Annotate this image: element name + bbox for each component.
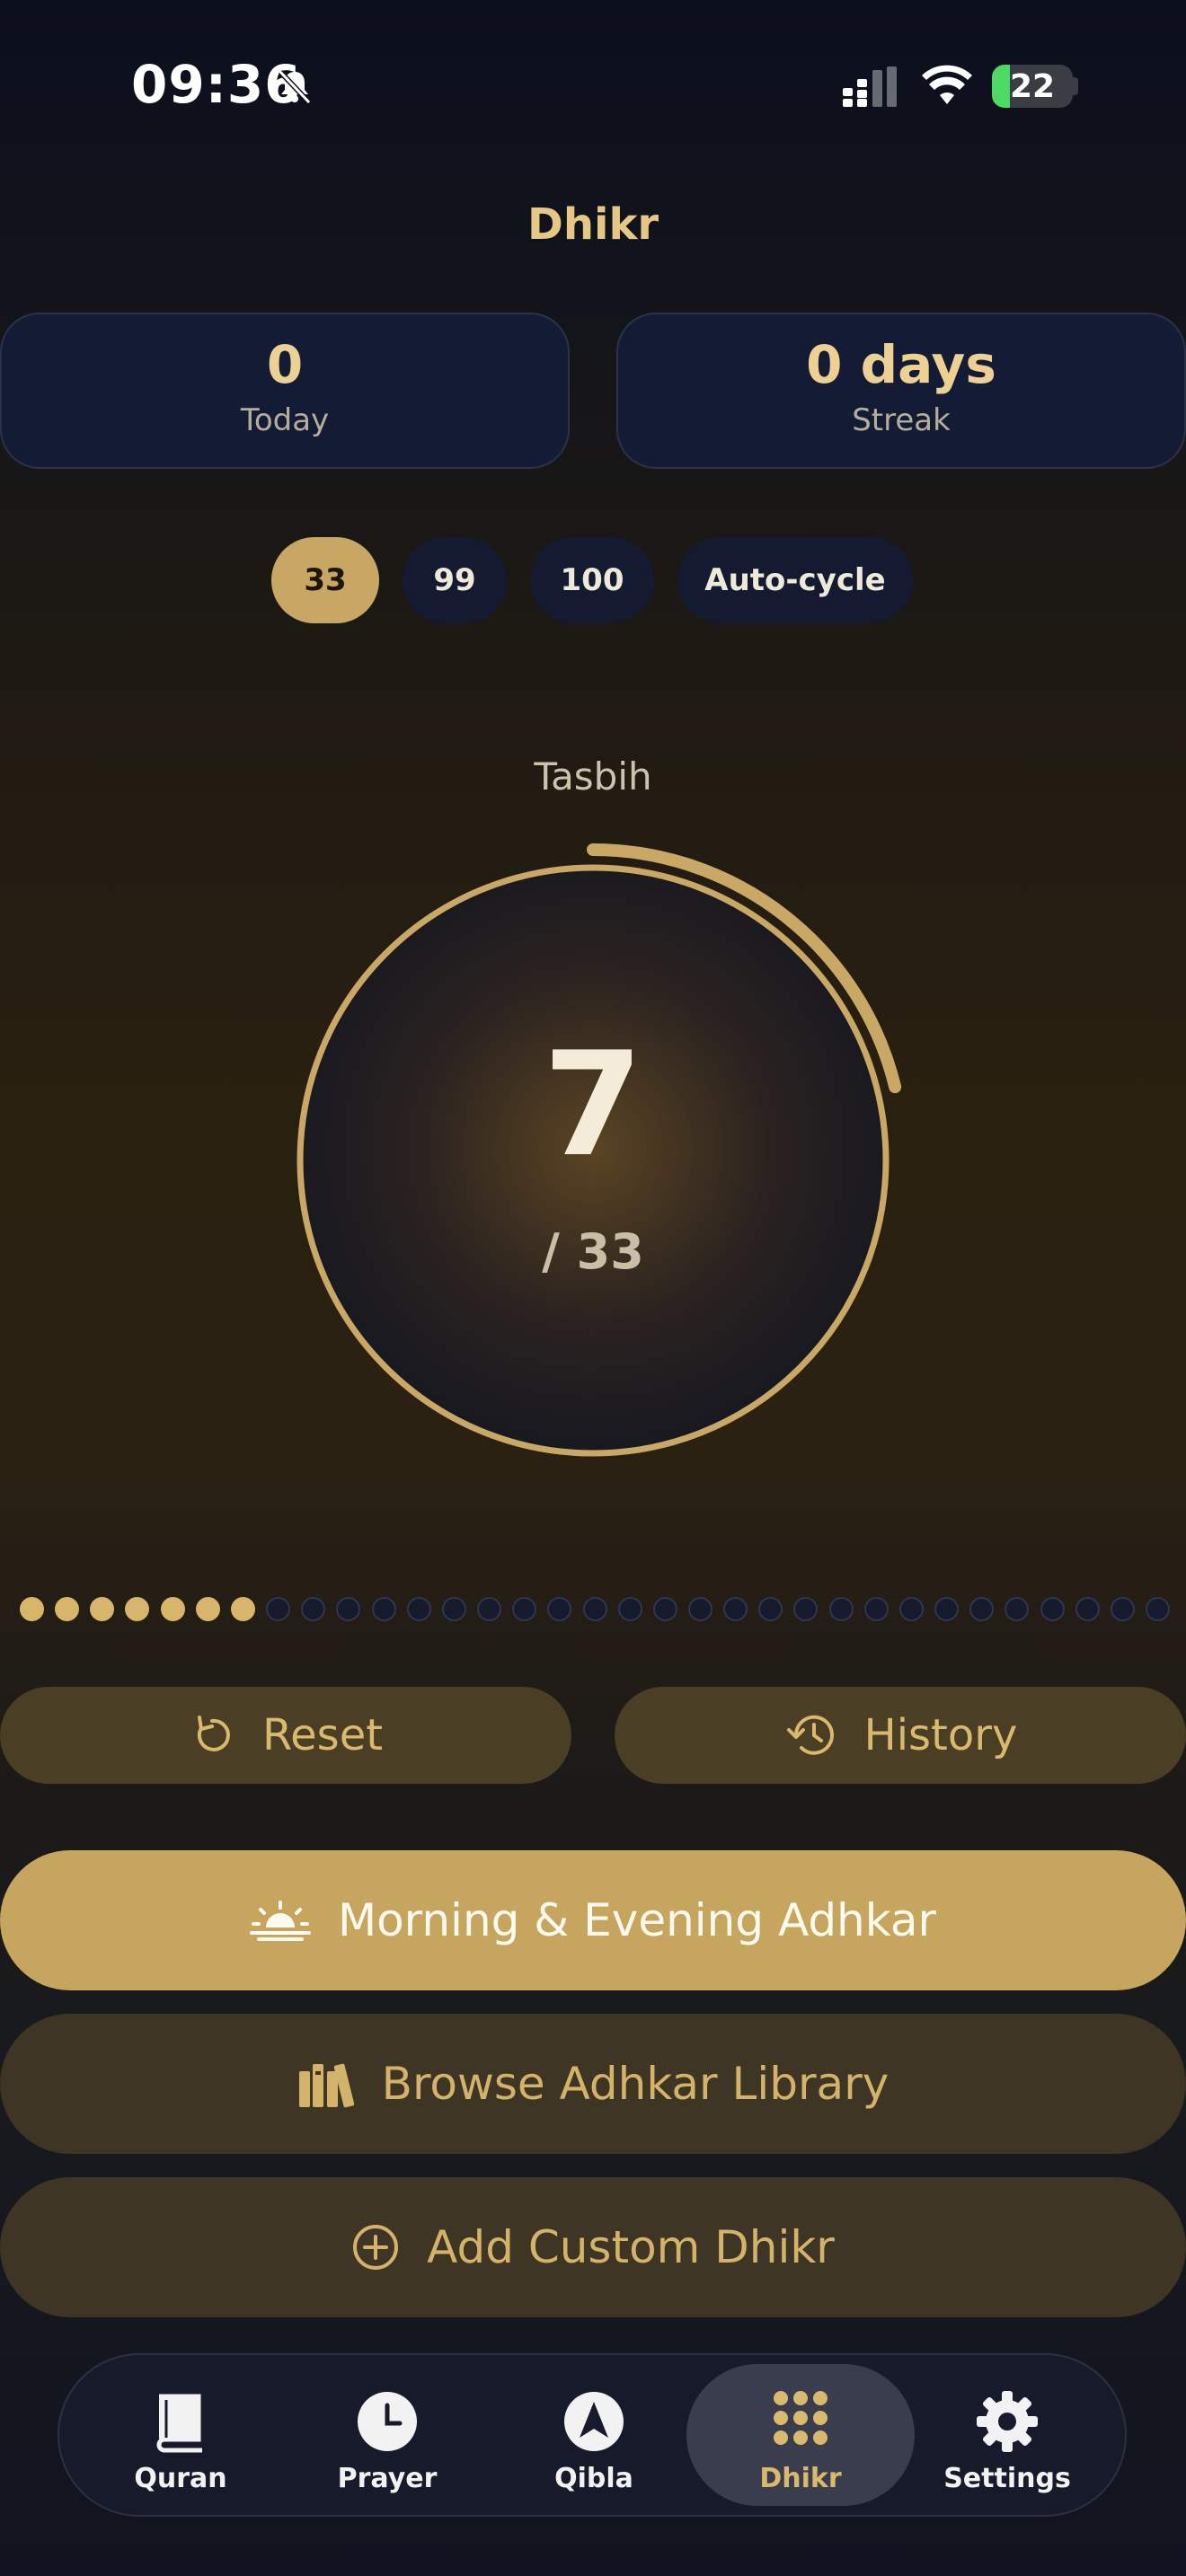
tab-quran[interactable]: Quran [77, 2364, 284, 2506]
bead-empty [266, 1597, 291, 1621]
bead-filled [195, 1597, 220, 1621]
bead-filled [20, 1597, 44, 1621]
tab-quran-label: Quran [134, 2463, 227, 2494]
morning-evening-adhkar-button[interactable]: Morning & Evening Adhkar [0, 1850, 1186, 1990]
dhikr-mode-label: Tasbih [534, 754, 652, 798]
target-chip-100[interactable]: 100 [530, 537, 654, 623]
bead-empty [1075, 1597, 1100, 1621]
history-label: History [863, 1710, 1018, 1760]
bead-empty [652, 1597, 677, 1621]
tab-settings[interactable]: Settings [904, 2364, 1111, 2506]
bead-empty [863, 1597, 889, 1621]
today-count: 0 [266, 334, 304, 395]
bead-empty [371, 1597, 396, 1621]
bead-empty [441, 1597, 466, 1621]
bead-empty [723, 1597, 748, 1621]
history-button[interactable]: History [615, 1687, 1186, 1784]
target-chip-99[interactable]: 99 [403, 537, 507, 623]
tab-qibla-label: Qibla [554, 2463, 633, 2494]
dots-grid-icon [774, 2391, 828, 2445]
bead-progress-row [20, 1597, 1170, 1628]
tab-dhikr-label: Dhikr [759, 2463, 842, 2494]
bead-empty [477, 1597, 502, 1621]
add-custom-dhikr-button[interactable]: Add Custom Dhikr [0, 2177, 1186, 2317]
browse-adhkar-library-button[interactable]: Browse Adhkar Library [0, 2014, 1186, 2154]
bead-empty [617, 1597, 642, 1621]
clock-icon [358, 2392, 417, 2451]
tab-qibla[interactable]: Qibla [491, 2364, 697, 2506]
bell-slash-icon [278, 69, 312, 105]
cellular-signal-icon [843, 66, 897, 107]
bead-empty [969, 1597, 995, 1621]
tab-settings-label: Settings [943, 2463, 1071, 2494]
plus-circle-icon [353, 2225, 399, 2270]
bead-empty [758, 1597, 783, 1621]
bead-empty [336, 1597, 361, 1621]
reset-label: Reset [261, 1710, 384, 1760]
bead-empty [406, 1597, 431, 1621]
compass-icon [564, 2392, 624, 2451]
bead-empty [1110, 1597, 1135, 1621]
books-icon [298, 2063, 354, 2108]
bead-filled [125, 1597, 150, 1621]
bead-empty [582, 1597, 607, 1621]
tab-dhikr[interactable]: Dhikr [686, 2364, 915, 2506]
current-count: 7 [543, 1020, 643, 1188]
bead-filled [90, 1597, 115, 1621]
streak-count: 0 days [806, 334, 996, 395]
battery-indicator: 22 [992, 65, 1073, 108]
bead-empty [793, 1597, 819, 1621]
streak-stat-card: 0 days Streak [616, 313, 1186, 469]
bottom-tab-bar: Quran Prayer Qibla Dhikr Settings [58, 2353, 1127, 2517]
book-icon [156, 2394, 202, 2453]
morning-evening-label: Morning & Evening Adhkar [337, 1894, 937, 1946]
add-custom-label: Add Custom Dhikr [427, 2221, 835, 2273]
bead-empty [898, 1597, 924, 1621]
browse-library-label: Browse Adhkar Library [381, 2058, 890, 2110]
bead-filled [230, 1597, 255, 1621]
bead-filled [160, 1597, 185, 1621]
target-chip-auto-cycle[interactable]: Auto-cycle [677, 537, 913, 623]
reset-button[interactable]: Reset [0, 1687, 571, 1784]
bead-empty [1146, 1597, 1170, 1621]
tab-prayer[interactable]: Prayer [284, 2364, 491, 2506]
bead-empty [547, 1597, 572, 1621]
tab-prayer-label: Prayer [337, 2463, 438, 2494]
today-stat-card: 0 Today [0, 313, 570, 469]
today-label: Today [240, 402, 330, 438]
target-chip-33[interactable]: 33 [271, 537, 379, 623]
gear-icon [977, 2391, 1038, 2452]
bead-empty [828, 1597, 854, 1621]
wifi-icon [922, 65, 972, 104]
sunrise-icon [249, 1901, 311, 1941]
streak-label: Streak [852, 402, 951, 438]
battery-level: 22 [1009, 68, 1056, 105]
bead-empty [934, 1597, 960, 1621]
bead-empty [1005, 1597, 1030, 1621]
bead-empty [687, 1597, 712, 1621]
page-title: Dhikr [527, 199, 659, 250]
history-clock-icon [786, 1715, 834, 1755]
bead-empty [301, 1597, 326, 1621]
reset-icon [197, 1716, 230, 1751]
bead-empty [1040, 1597, 1065, 1621]
bead-empty [512, 1597, 537, 1621]
bead-filled [55, 1597, 80, 1621]
goal-count: / 33 [542, 1223, 644, 1280]
